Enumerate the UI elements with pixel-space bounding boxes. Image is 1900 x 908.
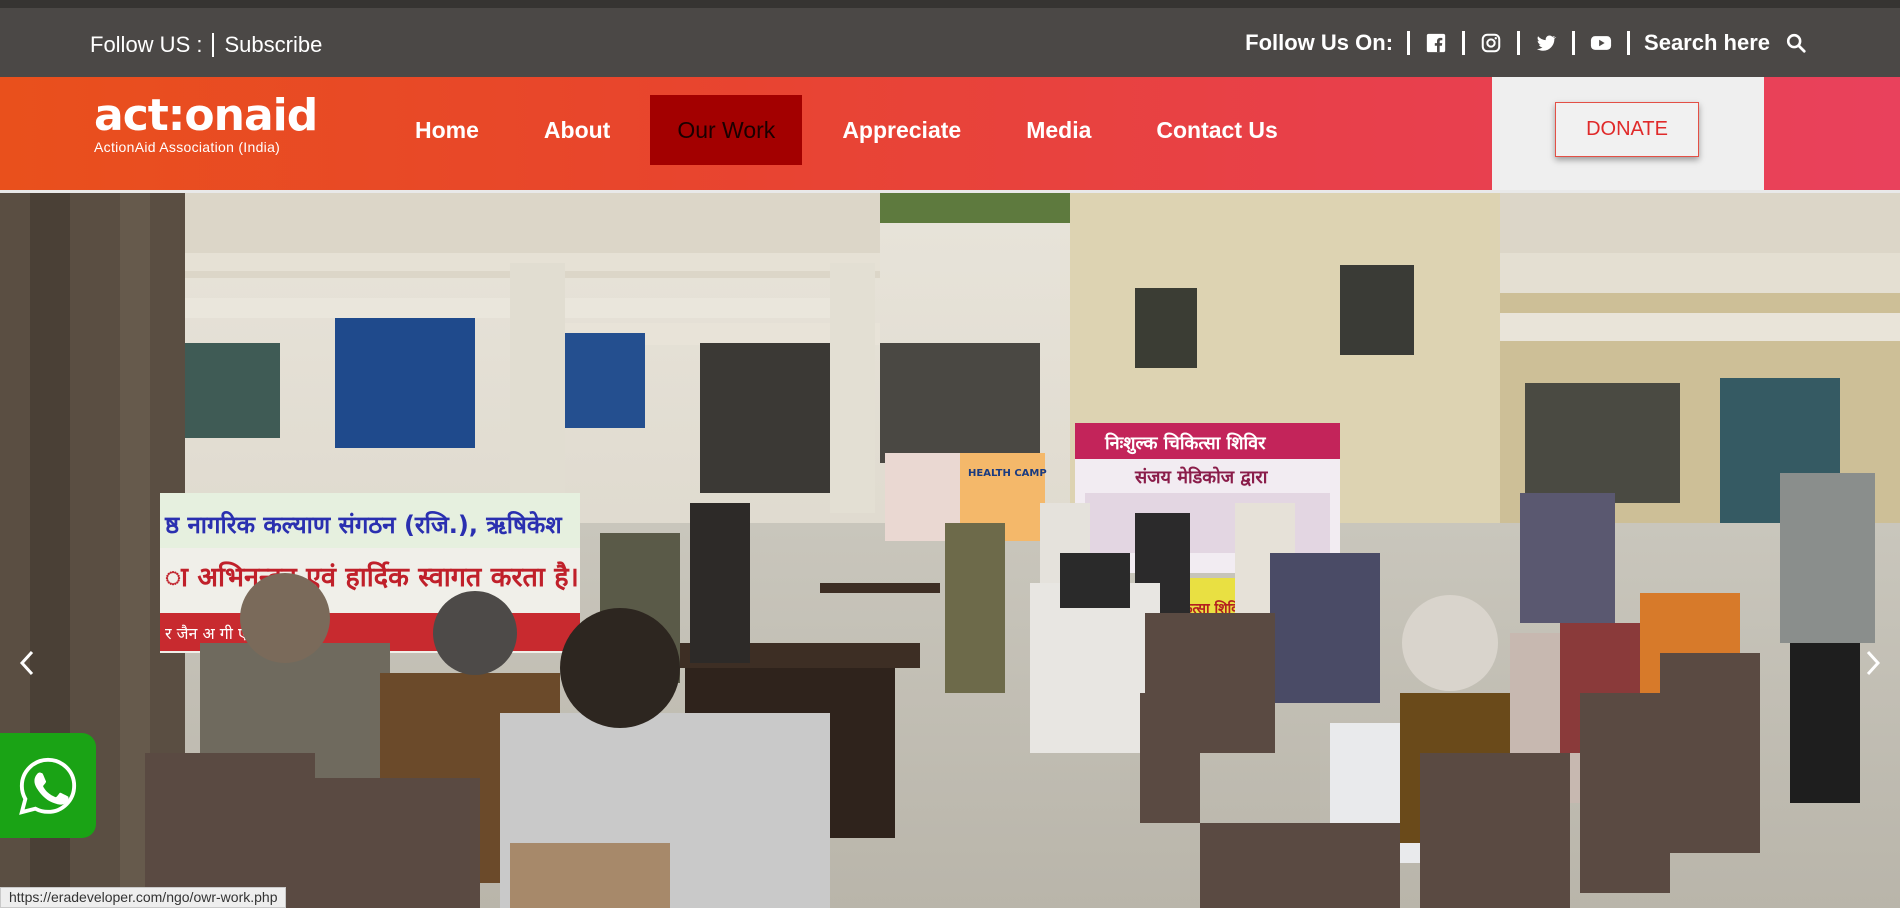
nav-item-our-work[interactable]: Our Work — [650, 95, 803, 165]
top-info-bar: Follow US : Subscribe Follow Us On: Sear… — [0, 0, 1900, 77]
facebook-icon[interactable] — [1424, 31, 1448, 55]
banner-right-sub: संजय मेडिकोज द्वारा — [1134, 466, 1269, 488]
search-icon[interactable] — [1784, 31, 1808, 55]
follow-on-label: Follow Us On: — [1245, 30, 1394, 55]
hero-image: ष्ठ नागरिक कल्याण संगठन (रजि.), ऋषिकेश ा… — [0, 193, 1900, 908]
follow-section: Follow US : Subscribe — [90, 32, 322, 58]
banner-text-line2: ा अभिनन्दन एवं हार्दिक स्वागत करता है। — [165, 561, 579, 593]
twitter-icon[interactable] — [1534, 31, 1558, 55]
logo-tagline: ActionAid Association (India) — [94, 139, 281, 155]
social-section: Follow Us On: Search here — [1245, 30, 1808, 56]
divider — [1407, 31, 1411, 55]
actionaid-logo[interactable]: act:onaid ActionAid Association (India) — [94, 90, 318, 156]
poster-text: HEALTH CAMP — [968, 468, 1047, 479]
chevron-right-icon — [1866, 650, 1881, 676]
donate-button[interactable]: DONATE — [1555, 102, 1699, 157]
whatsapp-button[interactable] — [0, 733, 96, 838]
whatsapp-icon — [19, 757, 77, 815]
donate-panel: DONATE — [1492, 77, 1764, 190]
nav-item-media[interactable]: Media — [1001, 95, 1116, 165]
search-label[interactable]: Search here — [1644, 30, 1770, 56]
divider — [212, 33, 215, 57]
subscribe-link[interactable]: Subscribe — [224, 32, 322, 58]
divider — [1517, 31, 1521, 55]
instagram-icon[interactable] — [1479, 31, 1503, 55]
hero-slider: ष्ठ नागरिक कल्याण संगठन (रजि.), ऋषिकेश ा… — [0, 193, 1900, 908]
nav-item-contact-us[interactable]: Contact Us — [1131, 95, 1302, 165]
nav-item-appreciate[interactable]: Appreciate — [817, 95, 986, 165]
slider-next-button[interactable] — [1858, 643, 1888, 683]
divider — [1627, 31, 1631, 55]
primary-nav: Home About Our Work Appreciate Media Con… — [390, 95, 1318, 165]
divider — [1572, 31, 1576, 55]
follow-label: Follow US : — [90, 32, 203, 57]
banner-text-line1: ष्ठ नागरिक कल्याण संगठन (रजि.), ऋषिकेश — [164, 511, 563, 539]
banner-right-title: निःशुल्क चिकित्सा शिविर — [1104, 432, 1266, 455]
divider — [1462, 31, 1466, 55]
youtube-icon[interactable] — [1589, 31, 1613, 55]
nav-item-home[interactable]: Home — [390, 95, 504, 165]
main-navbar: act:onaid ActionAid Association (India) … — [0, 77, 1900, 190]
status-url: https://eradeveloper.com/ngo/owr-work.ph… — [0, 887, 287, 908]
chevron-left-icon — [19, 650, 34, 676]
logo-mark: act:onaid — [94, 90, 318, 141]
nav-item-about[interactable]: About — [519, 95, 635, 165]
slider-prev-button[interactable] — [12, 643, 42, 683]
